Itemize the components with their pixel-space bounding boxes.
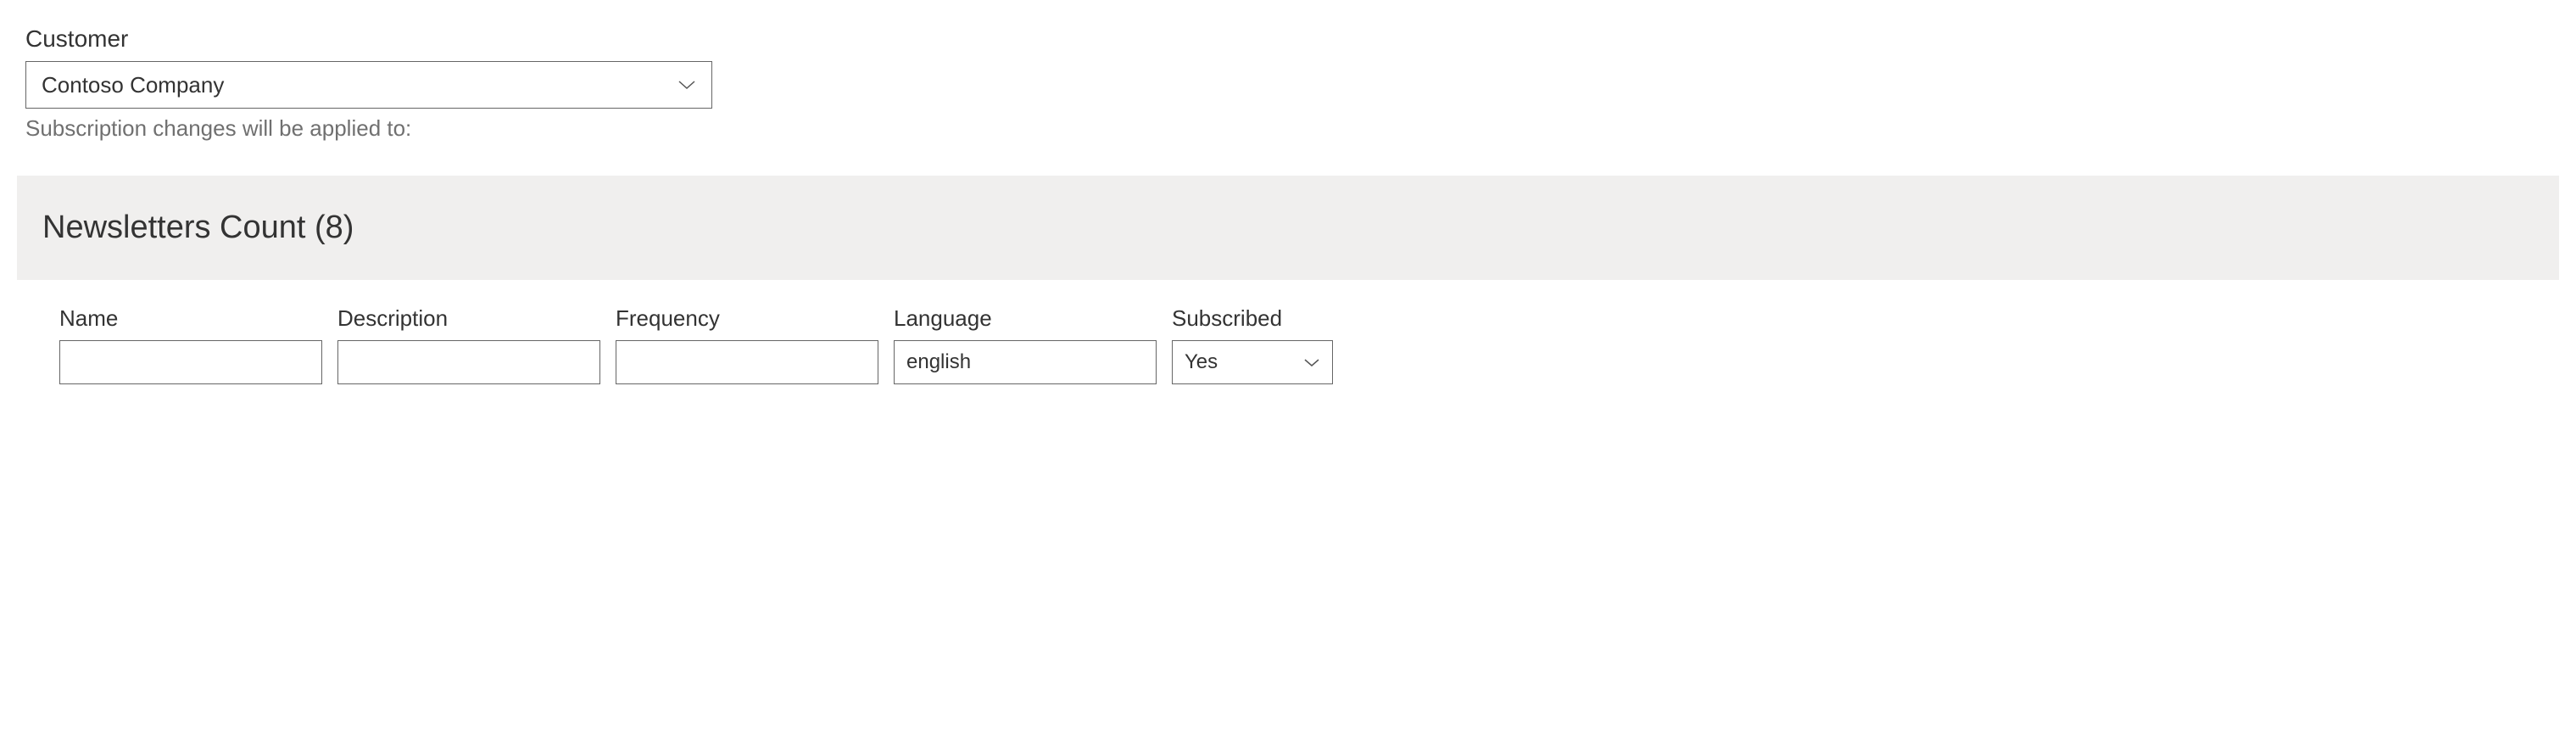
description-input[interactable]: [337, 340, 600, 384]
customer-label: Customer: [25, 25, 2551, 53]
chevron-down-icon: [1303, 357, 1320, 367]
customer-field: Customer Contoso Company Subscription ch…: [25, 25, 2551, 142]
chevron-down-icon: [677, 79, 696, 91]
frequency-input[interactable]: [616, 340, 878, 384]
frequency-label: Frequency: [616, 305, 878, 332]
subscribed-label: Subscribed: [1172, 305, 1333, 332]
filter-col-description: Description: [337, 305, 600, 384]
customer-select-value: Contoso Company: [42, 72, 224, 98]
filter-col-language: Language: [894, 305, 1157, 384]
filter-col-subscribed: Subscribed Yes: [1172, 305, 1333, 384]
filter-col-name: Name: [59, 305, 322, 384]
subscribed-select[interactable]: Yes: [1172, 340, 1333, 384]
newsletters-panel-header: Newsletters Count (8): [17, 176, 2559, 280]
subscribed-select-value: Yes: [1185, 350, 1218, 374]
name-label: Name: [59, 305, 322, 332]
filter-col-frequency: Frequency: [616, 305, 878, 384]
filter-row: Name Description Frequency Language Subs…: [25, 280, 2551, 384]
language-input[interactable]: [894, 340, 1157, 384]
language-label: Language: [894, 305, 1157, 332]
description-label: Description: [337, 305, 600, 332]
customer-select[interactable]: Contoso Company: [25, 61, 712, 109]
customer-helper-text: Subscription changes will be applied to:: [25, 115, 2551, 142]
name-input[interactable]: [59, 340, 322, 384]
newsletters-title: Newsletters Count (8): [42, 210, 2534, 246]
